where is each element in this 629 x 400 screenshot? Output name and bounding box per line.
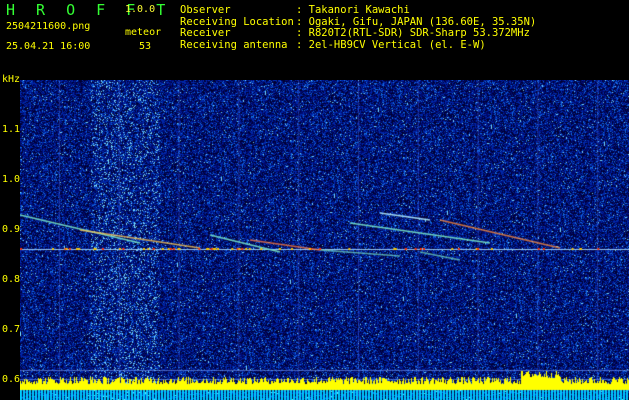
antenna-value: : 2el-HB9CV Vertical (el. E-W): [296, 38, 486, 51]
receiver-value: : R820T2(RTL-SDR) SDR-Sharp 53.372MHz: [296, 27, 530, 39]
spectrogram-area[interactable]: [20, 80, 629, 400]
date-time: 25.04.21 16:00: [6, 41, 91, 52]
observer-value: : Takanori Kawachi: [296, 4, 410, 16]
app-version: 1.0.0: [125, 4, 156, 15]
file-name: 2504211600.png: [6, 21, 91, 32]
antenna-label: Receiving antenna: [180, 38, 288, 51]
meteor-count: 53: [139, 41, 152, 52]
info-labels: Observer Receiving Location Receiver Rec…: [180, 4, 294, 51]
y-tick-0-8: 0.8: [2, 274, 21, 285]
meteor-label: meteor: [125, 27, 162, 38]
y-unit-label: kHz: [2, 74, 21, 85]
y-tick-1-1: 1.1: [2, 124, 21, 135]
y-tick-0-6: 0.6: [2, 374, 21, 385]
observer-label: Observer: [180, 4, 231, 16]
receiver-label: Receiver: [180, 27, 231, 39]
y-tick-1-0: 1.0: [2, 174, 21, 185]
y-tick-0-9: 0.9: [2, 224, 21, 235]
spectrogram-canvas[interactable]: [20, 80, 629, 400]
info-values: : Takanori Kawachi : Ogaki, Gifu, JAPAN …: [296, 4, 536, 51]
y-tick-0-7: 0.7: [2, 324, 21, 335]
